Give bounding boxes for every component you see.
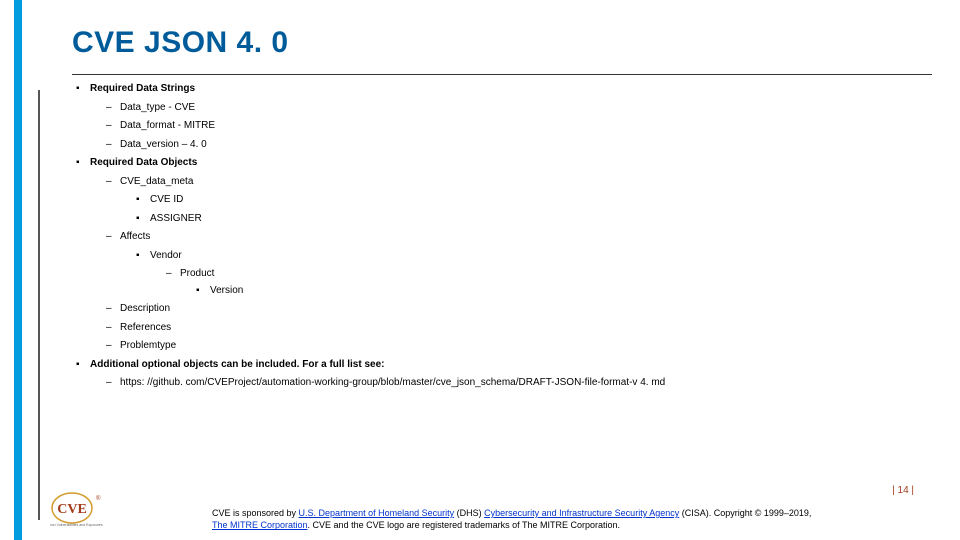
footer-text: . CVE and the CVE logo are registered tr… [308, 520, 620, 530]
list-item: –Data_format - MITRE [106, 120, 910, 133]
list-item: –Product [166, 268, 910, 281]
footer: CVE is sponsored by U.S. Department of H… [72, 507, 912, 532]
svg-text:®: ® [96, 495, 101, 502]
content-body: ▪Required Data Strings –Data_type - CVE … [72, 83, 910, 390]
list-item: ▪ASSIGNER [136, 213, 910, 226]
section-heading: ▪Required Data Objects [76, 157, 910, 170]
footer-link-cisa[interactable]: Cybersecurity and Infrastructure Securit… [484, 508, 679, 518]
list-item: –Data_version – 4. 0 [106, 139, 910, 152]
list-item: –https: //github. com/CVEProject/automat… [106, 377, 910, 390]
page-number: | 14 | [892, 485, 914, 496]
list-item: ▪CVE ID [136, 194, 910, 207]
footer-text: CVE is sponsored by [212, 508, 299, 518]
list-item: –Affects [106, 231, 910, 244]
list-item: –Problemtype [106, 340, 910, 353]
list-item: –Data_type - CVE [106, 102, 910, 115]
footer-text: (DHS) [454, 508, 484, 518]
list-item: ▪Version [196, 285, 910, 298]
section-heading: ▪Required Data Strings [76, 83, 910, 96]
page-title: CVE JSON 4. 0 [72, 26, 910, 60]
list-item: –Description [106, 303, 910, 316]
inner-border [38, 90, 40, 520]
accent-bar [14, 0, 22, 540]
footer-link-dhs[interactable]: U.S. Department of Homeland Security [299, 508, 455, 518]
list-item: –CVE_data_meta [106, 176, 910, 189]
section-heading: ▪Additional optional objects can be incl… [76, 359, 910, 372]
footer-link-mitre[interactable]: The MITRE Corporation [212, 520, 308, 530]
list-item: –References [106, 322, 910, 335]
footer-text: (CISA). Copyright © 1999–2019, [679, 508, 811, 518]
title-divider [72, 74, 932, 75]
list-item: ▪Vendor [136, 250, 910, 263]
